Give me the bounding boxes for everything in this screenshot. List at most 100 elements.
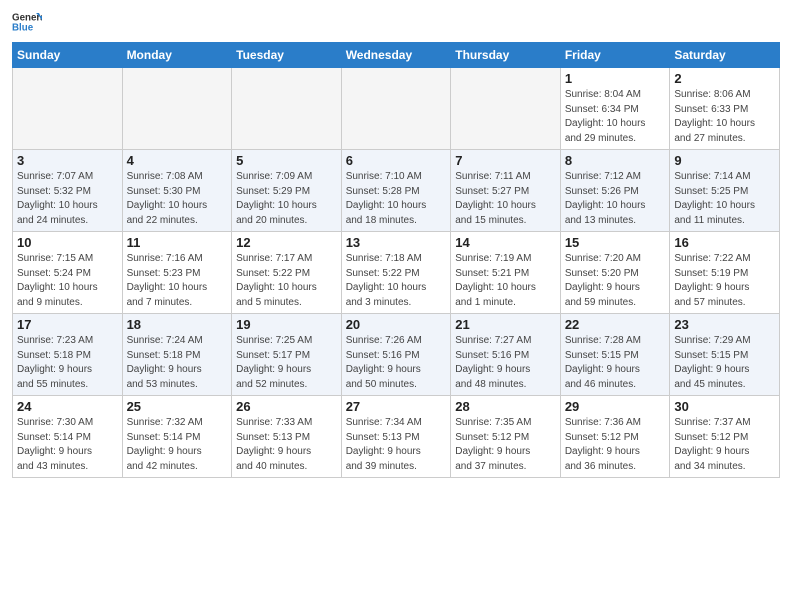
day-info: Sunrise: 7:09 AMSunset: 5:29 PMDaylight:…: [236, 170, 337, 228]
day-info: Sunrise: 7:17 AMSunset: 5:22 PMDaylight:…: [236, 252, 337, 310]
day-number: 28: [455, 399, 556, 414]
day-info: Sunrise: 7:28 AMSunset: 5:15 PMDaylight:…: [565, 334, 666, 392]
day-info: Sunrise: 7:07 AMSunset: 5:32 PMDaylight:…: [17, 170, 118, 228]
calendar-week-row: 17 Sunrise: 7:23 AMSunset: 5:18 PMDayligh…: [13, 314, 780, 396]
day-info: Sunrise: 7:30 AMSunset: 5:14 PMDaylight:…: [17, 416, 118, 474]
logo: General Blue: [12, 10, 46, 34]
calendar-week-row: 24Sunrise: 7:30 AMSunset: 5:14 PMDayligh…: [13, 396, 780, 478]
calendar-day-empty: [122, 68, 232, 150]
day-info: Sunrise: 7:29 AMSunset: 5:15 PMDaylight:…: [674, 334, 775, 392]
calendar-week-row: 10 Sunrise: 7:15 AMSunset: 5:24 PMDayligh…: [13, 232, 780, 314]
logo-icon: General Blue: [12, 10, 42, 34]
calendar-day-3: 3 Sunrise: 7:07 AMSunset: 5:32 PMDaylight…: [13, 150, 123, 232]
day-number: 27: [346, 399, 447, 414]
day-number: 15: [565, 235, 666, 250]
day-info: Sunrise: 7:18 AMSunset: 5:22 PMDaylight:…: [346, 252, 447, 310]
day-info: Sunrise: 7:08 AMSunset: 5:30 PMDaylight:…: [127, 170, 228, 228]
day-info: Sunrise: 7:33 AMSunset: 5:13 PMDaylight:…: [236, 416, 337, 474]
day-number: 17: [17, 317, 118, 332]
day-number: 6: [346, 153, 447, 168]
day-number: 23: [674, 317, 775, 332]
day-number: 21: [455, 317, 556, 332]
day-number: 22: [565, 317, 666, 332]
day-number: 3: [17, 153, 118, 168]
day-number: 2: [674, 71, 775, 86]
calendar-day-16: 16Sunrise: 7:22 AMSunset: 5:19 PMDayligh…: [670, 232, 780, 314]
calendar-week-row: 1 Sunrise: 8:04 AMSunset: 6:34 PMDaylight…: [13, 68, 780, 150]
calendar-day-20: 20 Sunrise: 7:26 AMSunset: 5:16 PMDayligh…: [341, 314, 451, 396]
day-number: 29: [565, 399, 666, 414]
day-info: Sunrise: 7:35 AMSunset: 5:12 PMDaylight:…: [455, 416, 556, 474]
day-info: Sunrise: 7:24 AMSunset: 5:18 PMDaylight:…: [127, 334, 228, 392]
day-info: Sunrise: 7:26 AMSunset: 5:16 PMDaylight:…: [346, 334, 447, 392]
calendar-header-thursday: Thursday: [451, 43, 561, 68]
calendar-day-2: 2 Sunrise: 8:06 AMSunset: 6:33 PMDaylight…: [670, 68, 780, 150]
day-number: 26: [236, 399, 337, 414]
calendar-day-29: 29 Sunrise: 7:36 AMSunset: 5:12 PMDayligh…: [560, 396, 670, 478]
day-number: 20: [346, 317, 447, 332]
calendar-header-sunday: Sunday: [13, 43, 123, 68]
day-info: Sunrise: 7:12 AMSunset: 5:26 PMDaylight:…: [565, 170, 666, 228]
day-info: Sunrise: 7:27 AMSunset: 5:16 PMDaylight:…: [455, 334, 556, 392]
calendar-day-6: 6Sunrise: 7:10 AMSunset: 5:28 PMDaylight…: [341, 150, 451, 232]
calendar-day-empty: [451, 68, 561, 150]
calendar-day-17: 17 Sunrise: 7:23 AMSunset: 5:18 PMDayligh…: [13, 314, 123, 396]
svg-text:Blue: Blue: [12, 22, 34, 33]
calendar-day-22: 22 Sunrise: 7:28 AMSunset: 5:15 PMDayligh…: [560, 314, 670, 396]
calendar-day-12: 12 Sunrise: 7:17 AMSunset: 5:22 PMDayligh…: [232, 232, 342, 314]
calendar-header-monday: Monday: [122, 43, 232, 68]
day-number: 10: [17, 235, 118, 250]
day-info: Sunrise: 7:36 AMSunset: 5:12 PMDaylight:…: [565, 416, 666, 474]
calendar-header-tuesday: Tuesday: [232, 43, 342, 68]
calendar-day-13: 13 Sunrise: 7:18 AMSunset: 5:22 PMDayligh…: [341, 232, 451, 314]
calendar-header-row: SundayMondayTuesdayWednesdayThursdayFrid…: [13, 43, 780, 68]
calendar-day-11: 11Sunrise: 7:16 AMSunset: 5:23 PMDayligh…: [122, 232, 232, 314]
day-info: Sunrise: 7:14 AMSunset: 5:25 PMDaylight:…: [674, 170, 775, 228]
day-number: 9: [674, 153, 775, 168]
calendar-day-21: 21 Sunrise: 7:27 AMSunset: 5:16 PMDayligh…: [451, 314, 561, 396]
calendar-day-19: 19 Sunrise: 7:25 AMSunset: 5:17 PMDayligh…: [232, 314, 342, 396]
calendar-day-5: 5 Sunrise: 7:09 AMSunset: 5:29 PMDaylight…: [232, 150, 342, 232]
day-info: Sunrise: 7:37 AMSunset: 5:12 PMDaylight:…: [674, 416, 775, 474]
day-info: Sunrise: 7:15 AMSunset: 5:24 PMDaylight:…: [17, 252, 118, 310]
calendar-day-empty: [341, 68, 451, 150]
calendar-day-10: 10 Sunrise: 7:15 AMSunset: 5:24 PMDayligh…: [13, 232, 123, 314]
calendar-day-26: 26 Sunrise: 7:33 AMSunset: 5:13 PMDayligh…: [232, 396, 342, 478]
calendar-header-friday: Friday: [560, 43, 670, 68]
header: General Blue: [12, 10, 780, 34]
day-info: Sunrise: 7:16 AMSunset: 5:23 PMDaylight:…: [127, 252, 228, 310]
day-number: 8: [565, 153, 666, 168]
calendar-header-wednesday: Wednesday: [341, 43, 451, 68]
day-number: 7: [455, 153, 556, 168]
calendar-day-4: 4 Sunrise: 7:08 AMSunset: 5:30 PMDaylight…: [122, 150, 232, 232]
calendar-day-25: 25 Sunrise: 7:32 AMSunset: 5:14 PMDayligh…: [122, 396, 232, 478]
calendar: SundayMondayTuesdayWednesdayThursdayFrid…: [12, 42, 780, 478]
day-number: 12: [236, 235, 337, 250]
calendar-day-23: 23 Sunrise: 7:29 AMSunset: 5:15 PMDayligh…: [670, 314, 780, 396]
day-number: 13: [346, 235, 447, 250]
day-number: 16: [674, 235, 775, 250]
calendar-day-7: 7Sunrise: 7:11 AMSunset: 5:27 PMDaylight…: [451, 150, 561, 232]
day-number: 5: [236, 153, 337, 168]
day-info: Sunrise: 7:23 AMSunset: 5:18 PMDaylight:…: [17, 334, 118, 392]
day-number: 14: [455, 235, 556, 250]
day-info: Sunrise: 8:04 AMSunset: 6:34 PMDaylight:…: [565, 88, 666, 146]
calendar-day-24: 24Sunrise: 7:30 AMSunset: 5:14 PMDayligh…: [13, 396, 123, 478]
calendar-day-14: 14 Sunrise: 7:19 AMSunset: 5:21 PMDayligh…: [451, 232, 561, 314]
day-info: Sunrise: 7:34 AMSunset: 5:13 PMDaylight:…: [346, 416, 447, 474]
calendar-day-empty: [13, 68, 123, 150]
calendar-day-empty: [232, 68, 342, 150]
day-info: Sunrise: 7:25 AMSunset: 5:17 PMDaylight:…: [236, 334, 337, 392]
day-info: Sunrise: 8:06 AMSunset: 6:33 PMDaylight:…: [674, 88, 775, 146]
calendar-day-28: 28 Sunrise: 7:35 AMSunset: 5:12 PMDayligh…: [451, 396, 561, 478]
calendar-day-8: 8 Sunrise: 7:12 AMSunset: 5:26 PMDaylight…: [560, 150, 670, 232]
page-container: General Blue SundayMondayTuesdayWednesda…: [0, 0, 792, 486]
day-number: 1: [565, 71, 666, 86]
calendar-day-9: 9 Sunrise: 7:14 AMSunset: 5:25 PMDaylight…: [670, 150, 780, 232]
day-info: Sunrise: 7:19 AMSunset: 5:21 PMDaylight:…: [455, 252, 556, 310]
day-number: 4: [127, 153, 228, 168]
day-number: 25: [127, 399, 228, 414]
day-info: Sunrise: 7:32 AMSunset: 5:14 PMDaylight:…: [127, 416, 228, 474]
day-number: 19: [236, 317, 337, 332]
calendar-day-15: 15Sunrise: 7:20 AMSunset: 5:20 PMDayligh…: [560, 232, 670, 314]
